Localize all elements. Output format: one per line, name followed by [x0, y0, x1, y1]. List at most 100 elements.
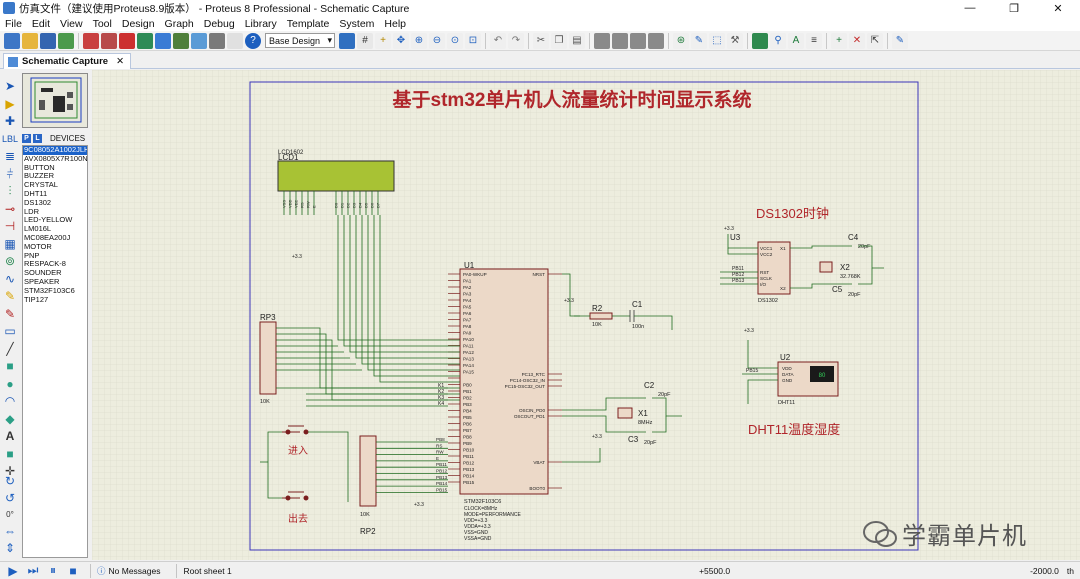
edit-netlist-icon[interactable]: ✎ [892, 32, 908, 49]
3d-icon[interactable] [155, 32, 171, 49]
list-item[interactable]: SPEAKER [23, 278, 87, 287]
list-item[interactable]: PNP [23, 252, 87, 261]
buses-icon[interactable]: ⫩ [3, 167, 17, 181]
library-button[interactable]: L [33, 133, 42, 143]
menu-view[interactable]: View [55, 18, 88, 30]
list-item[interactable]: MOTOR [23, 243, 87, 252]
close-button[interactable]: ✕ [1036, 0, 1080, 16]
schematic-canvas[interactable]: 基于stm32单片机人流量统计时间显示系统 LCD1602 LCD1 VSS VD… [92, 70, 1080, 560]
arc-icon[interactable]: ◠ [3, 394, 17, 408]
menu-edit[interactable]: Edit [27, 18, 55, 30]
project-notes-icon[interactable] [209, 32, 225, 49]
menu-graph[interactable]: Graph [160, 18, 199, 30]
circle-icon[interactable]: ● [3, 377, 17, 391]
sub-circuit-icon[interactable]: ⫶ [3, 184, 17, 198]
design-variant-select[interactable]: Base Design [265, 33, 335, 48]
package-tool-icon[interactable]: ⬚ [709, 32, 725, 49]
make-device-icon[interactable]: ✎ [691, 32, 707, 49]
list-item[interactable]: SOUNDER [23, 269, 87, 278]
minimize-button[interactable]: — [948, 0, 992, 16]
virtual-instruments-icon[interactable]: ▭ [3, 324, 17, 338]
current-probe-icon[interactable]: ✎ [3, 307, 17, 321]
junction-dot-icon[interactable]: ✚ [3, 114, 17, 128]
block-delete-icon[interactable] [648, 32, 664, 49]
cut-icon[interactable]: ✂ [533, 32, 549, 49]
exit-parent-icon[interactable]: ⇱ [867, 32, 883, 49]
close-tab-icon[interactable]: ✕ [116, 56, 124, 67]
overview-window[interactable] [22, 73, 88, 128]
undo-icon[interactable]: ↶ [490, 32, 506, 49]
step-icon[interactable]: ⏭ [26, 563, 40, 577]
open-file-icon[interactable] [22, 32, 38, 49]
list-item[interactable]: BUTTON [23, 164, 87, 173]
list-item[interactable]: RESPACK-8 [23, 260, 87, 269]
menu-design[interactable]: Design [117, 18, 160, 30]
list-item[interactable]: TIP127 [23, 296, 87, 305]
text-icon[interactable]: A [3, 429, 17, 443]
symbol-icon[interactable]: ■ [3, 447, 17, 461]
menu-debug[interactable]: Debug [199, 18, 240, 30]
component-mode-icon[interactable]: ▶ [3, 97, 17, 111]
new-file-icon[interactable] [4, 32, 20, 49]
sheet-status[interactable]: Root sheet 1 [176, 563, 237, 578]
remove-sheet-icon[interactable]: ✕ [849, 32, 865, 49]
zoom-in-icon[interactable]: ⊕ [411, 32, 427, 49]
list-item[interactable]: DS1302 [23, 199, 87, 208]
messages-status[interactable]: ⓘ No Messages [90, 563, 166, 578]
menu-system[interactable]: System [334, 18, 379, 30]
tab-schematic-capture[interactable]: Schematic Capture ✕ [3, 53, 132, 69]
box-icon[interactable]: ■ [3, 359, 17, 373]
device-pins-icon[interactable]: ⊣ [3, 219, 17, 233]
path-icon[interactable]: ◆ [3, 412, 17, 426]
origin-icon[interactable]: + [375, 32, 391, 49]
list-item[interactable]: DHT11 [23, 190, 87, 199]
menu-template[interactable]: Template [282, 18, 335, 30]
help-icon[interactable]: ? [245, 32, 261, 49]
zoom-all-icon[interactable]: ⊙ [447, 32, 463, 49]
electrical-rule-icon[interactable]: ≡ [806, 32, 822, 49]
play-icon[interactable]: ▶ [6, 564, 20, 578]
zoom-area-icon[interactable]: ⊡ [465, 32, 481, 49]
redo-icon[interactable]: ↷ [508, 32, 524, 49]
search-tag-icon[interactable]: ⚲ [770, 32, 786, 49]
flip-vertical-icon[interactable]: ⇕ [3, 541, 17, 555]
gerber-icon[interactable] [137, 32, 153, 49]
graph-icon[interactable]: ▦ [3, 237, 17, 251]
save-icon[interactable] [40, 32, 56, 49]
tape-recorder-icon[interactable]: ⊚ [3, 254, 17, 268]
rotate-cw-icon[interactable]: ↻ [3, 474, 17, 488]
pause-icon[interactable]: ⏸ [46, 563, 60, 577]
list-item[interactable]: LDR [23, 208, 87, 217]
maximize-button[interactable]: ❐ [992, 0, 1036, 16]
new-sheet-icon[interactable]: + [831, 32, 847, 49]
pick-device-button[interactable]: P [22, 133, 31, 143]
list-item[interactable]: LED-YELLOW [23, 216, 87, 225]
rotation-angle[interactable]: 0° [3, 508, 17, 520]
copy-icon[interactable]: ❐ [551, 32, 567, 49]
terminals-icon[interactable]: ⊸ [3, 202, 17, 216]
list-item[interactable]: CRYSTAL [23, 181, 87, 190]
generator-icon[interactable]: ∿ [3, 272, 17, 286]
line-icon[interactable]: ╱ [3, 342, 17, 356]
selection-mode-icon[interactable]: ➤ [3, 79, 17, 93]
pick-device-icon[interactable]: ⊛ [673, 32, 689, 49]
pcb-icon[interactable] [119, 32, 135, 49]
pan-icon[interactable]: ✥ [393, 32, 409, 49]
stop-icon[interactable]: ■ [66, 564, 80, 578]
rotate-ccw-icon[interactable]: ↺ [3, 491, 17, 505]
list-item[interactable]: BUZZER [23, 172, 87, 181]
schematic-icon[interactable] [101, 32, 117, 49]
bom-icon[interactable] [173, 32, 189, 49]
home-icon[interactable] [83, 32, 99, 49]
grid-icon[interactable]: # [357, 32, 373, 49]
wire-autorouter-icon[interactable] [752, 32, 768, 49]
menu-file[interactable]: File [0, 18, 27, 30]
list-item[interactable]: LM016L [23, 225, 87, 234]
import-icon[interactable] [58, 32, 74, 49]
flip-horizontal-icon[interactable]: ⇔ [3, 524, 17, 538]
list-item[interactable]: MC08EA200J [23, 234, 87, 243]
pdf-icon[interactable] [227, 32, 243, 49]
paste-icon[interactable]: ▤ [569, 32, 585, 49]
list-item[interactable]: 9C08052A1002JLH [23, 146, 87, 155]
menu-library[interactable]: Library [240, 18, 282, 30]
